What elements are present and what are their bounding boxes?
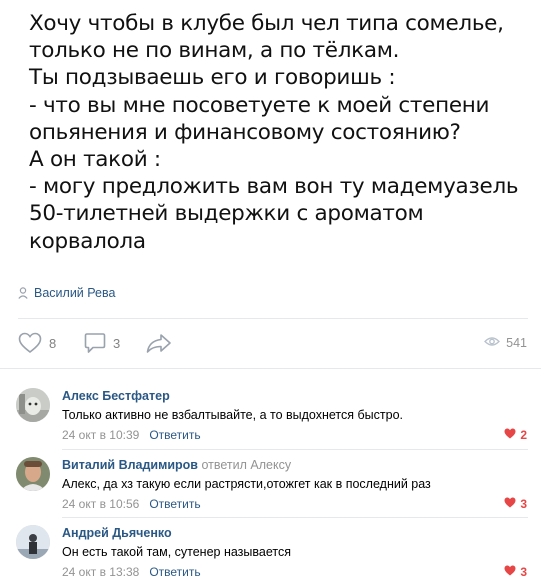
post-line: - могу предложить вам вон ту мадемуазель [29, 174, 519, 200]
post-line: 50-тилетней выдержки с ароматом [29, 201, 424, 227]
comment-author[interactable]: Андрей Дьяченко [62, 526, 172, 540]
comment: Андрей Дьяченко Он есть такой там, сутен… [0, 507, 541, 579]
divider [18, 318, 528, 319]
comment-author[interactable]: Виталий Владимиров ответил Алексу [62, 458, 291, 472]
post-line: только не по винам, а по тёлкам. [29, 38, 400, 64]
like-count: 8 [49, 335, 57, 351]
heart-icon [504, 565, 516, 579]
post-line: корвалола [29, 228, 146, 254]
comment-button[interactable]: 3 [84, 332, 120, 354]
comment-author-name[interactable]: Алекс Бестфатер [62, 389, 170, 403]
person-icon [18, 287, 28, 299]
comment-text: Только активно не взбалтывайте, а то выд… [62, 408, 404, 422]
comment-text: Алекс, да хз такую если растрясти,отожге… [62, 477, 431, 491]
heart-outline-icon [18, 332, 42, 354]
post-author[interactable]: Василий Рева [18, 285, 115, 301]
comment-like-count: 3 [520, 565, 527, 579]
post-actions: 8 3 541 [0, 330, 541, 358]
divider [0, 368, 541, 369]
post-line: опьянения и финансовому состоянию? [29, 119, 461, 145]
avatar[interactable] [16, 457, 50, 491]
share-arrow-icon [146, 332, 172, 354]
post-line: А он такой : [29, 147, 161, 173]
post-text: Хочу чтобы в клубе был чел типа сомелье,… [29, 10, 534, 255]
share-button[interactable] [146, 332, 172, 354]
eye-icon [484, 336, 501, 350]
comment-text: Он есть такой там, сутенер называется [62, 545, 291, 559]
post-line: Хочу чтобы в клубе был чел типа сомелье, [29, 11, 504, 36]
comment-author-name[interactable]: Андрей Дьяченко [62, 526, 172, 540]
views-counter: 541 [484, 336, 527, 350]
comment-count: 3 [113, 335, 121, 351]
comment-date[interactable]: 24 окт в 13:38 [62, 565, 139, 579]
reply-to-label[interactable]: ответил Алексу [201, 458, 291, 472]
like-button[interactable]: 8 [18, 332, 56, 354]
post-line: Ты подзываешь его и говоришь : [29, 65, 396, 91]
speech-bubble-icon [84, 332, 106, 354]
comment-author-name[interactable]: Виталий Владимиров [62, 458, 198, 472]
views-count: 541 [506, 336, 527, 350]
post-line: - что вы мне посоветуете к моей степени [29, 92, 490, 118]
comment: Виталий Владимиров ответил Алексу Алекс,… [0, 439, 541, 511]
reply-button[interactable]: Ответить [149, 565, 200, 579]
comment-author[interactable]: Алекс Бестфатер [62, 389, 170, 403]
post-author-name[interactable]: Василий Рева [34, 286, 115, 300]
avatar[interactable] [16, 388, 50, 422]
comment-meta: 24 окт в 13:38 Ответить [62, 565, 201, 579]
avatar[interactable] [16, 525, 50, 559]
comment-like-button[interactable]: 3 [504, 565, 527, 579]
comment: Алекс Бестфатер Только активно не взбалт… [0, 370, 541, 442]
